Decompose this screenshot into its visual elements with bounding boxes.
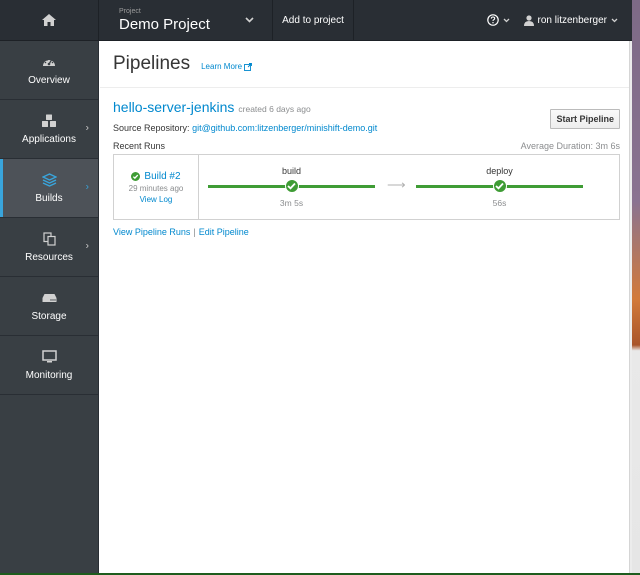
chevron-right-icon: ›: [85, 122, 89, 134]
chevron-down-icon: [611, 18, 618, 22]
chevron-right-icon: ›: [85, 181, 89, 193]
sidebar-item-label: Applications: [22, 133, 76, 145]
stage-duration: 56s: [492, 198, 507, 208]
pipeline-card: hello-server-jenkins created 6 days ago …: [100, 99, 632, 237]
sidebar-item-overview[interactable]: Overview: [0, 41, 98, 100]
view-log-link[interactable]: View Log: [140, 195, 173, 204]
stage-deploy[interactable]: deploy 56s: [416, 155, 583, 219]
sidebar: Overview Applications › Builds › Resourc…: [0, 41, 99, 573]
view-pipeline-runs-link[interactable]: View Pipeline Runs: [113, 227, 190, 237]
chevron-down-icon: [245, 17, 254, 23]
pipeline-name-link[interactable]: hello-server-jenkins: [113, 99, 234, 115]
stage-duration: 3m 5s: [279, 198, 304, 208]
pipeline-actions: View Pipeline Runs | Edit Pipeline: [113, 227, 620, 237]
pipeline-stages: build 3m 5s ⟶ deploy 56s: [199, 155, 619, 219]
files-icon: [41, 231, 57, 246]
scrollbar-track[interactable]: [629, 41, 632, 573]
arrow-right-icon: ⟶: [387, 177, 406, 192]
help-menu[interactable]: [486, 14, 510, 26]
sidebar-item-resources[interactable]: Resources ›: [0, 218, 98, 277]
cubes-icon: [41, 114, 57, 128]
sidebar-item-builds[interactable]: Builds ›: [0, 159, 98, 218]
start-pipeline-button[interactable]: Start Pipeline: [550, 109, 620, 129]
source-repository: Source Repository: git@github.com:litzen…: [113, 123, 620, 133]
add-to-project-button[interactable]: Add to project: [273, 0, 354, 40]
sidebar-item-label: Resources: [25, 251, 73, 263]
separator: |: [193, 227, 196, 237]
monitor-icon: [41, 350, 57, 364]
user-icon: [523, 14, 534, 26]
pipeline-run: Build #2 29 minutes ago View Log build 3…: [113, 154, 620, 220]
success-check-icon: [284, 179, 299, 193]
help-icon: [486, 14, 499, 26]
learn-more-label: Learn More: [201, 62, 243, 71]
build-link[interactable]: Build #2: [131, 170, 181, 182]
run-info: Build #2 29 minutes ago View Log: [114, 155, 199, 219]
pipeline-created: created 6 days ago: [238, 104, 311, 114]
learn-more-link[interactable]: Learn More: [201, 62, 252, 71]
user-name: ron litzenberger: [537, 14, 607, 26]
project-label: Project: [119, 8, 141, 15]
external-link-icon: [244, 62, 252, 71]
edit-pipeline-link[interactable]: Edit Pipeline: [199, 227, 249, 237]
page-title: Pipelines: [113, 53, 191, 74]
sidebar-item-label: Builds: [35, 192, 63, 204]
sidebar-item-monitoring[interactable]: Monitoring: [0, 336, 98, 395]
chevron-right-icon: ›: [85, 240, 89, 252]
home-button[interactable]: [0, 0, 99, 40]
sidebar-item-label: Overview: [28, 74, 70, 86]
source-label: Source Repository:: [113, 123, 190, 133]
stage-build[interactable]: build 3m 5s: [208, 155, 375, 219]
browser-window: Project Demo Project Add to project ron …: [0, 0, 632, 573]
project-name: Demo Project: [119, 16, 210, 33]
stage-name: deploy: [486, 166, 513, 176]
layers-icon: [41, 172, 57, 187]
home-icon: [42, 14, 56, 26]
main-content: Pipelines Learn More hello-server-jenkin…: [100, 41, 632, 573]
success-check-icon: [492, 179, 507, 193]
source-repository-link[interactable]: git@github.com:litzenberger/minishift-de…: [192, 123, 377, 133]
average-duration: Average Duration: 3m 6s: [520, 141, 620, 151]
sidebar-item-label: Monitoring: [25, 369, 73, 381]
sidebar-item-storage[interactable]: Storage: [0, 277, 98, 336]
recent-runs-label: Recent Runs: [113, 141, 166, 151]
user-menu[interactable]: ron litzenberger: [523, 14, 618, 26]
storage-icon: [41, 291, 57, 305]
project-selector[interactable]: Project Demo Project: [99, 0, 273, 40]
top-navbar: Project Demo Project Add to project ron …: [0, 0, 632, 41]
build-label: Build #2: [144, 170, 181, 182]
build-ago: 29 minutes ago: [128, 183, 184, 193]
sidebar-item-applications[interactable]: Applications ›: [0, 100, 98, 159]
success-check-icon: [131, 171, 141, 181]
desktop-background: [632, 0, 640, 575]
chevron-down-icon: [503, 18, 509, 22]
sidebar-item-label: Storage: [31, 310, 67, 322]
page-header: Pipelines Learn More: [100, 41, 632, 88]
stage-name: build: [281, 166, 301, 176]
dashboard-icon: [41, 55, 57, 69]
